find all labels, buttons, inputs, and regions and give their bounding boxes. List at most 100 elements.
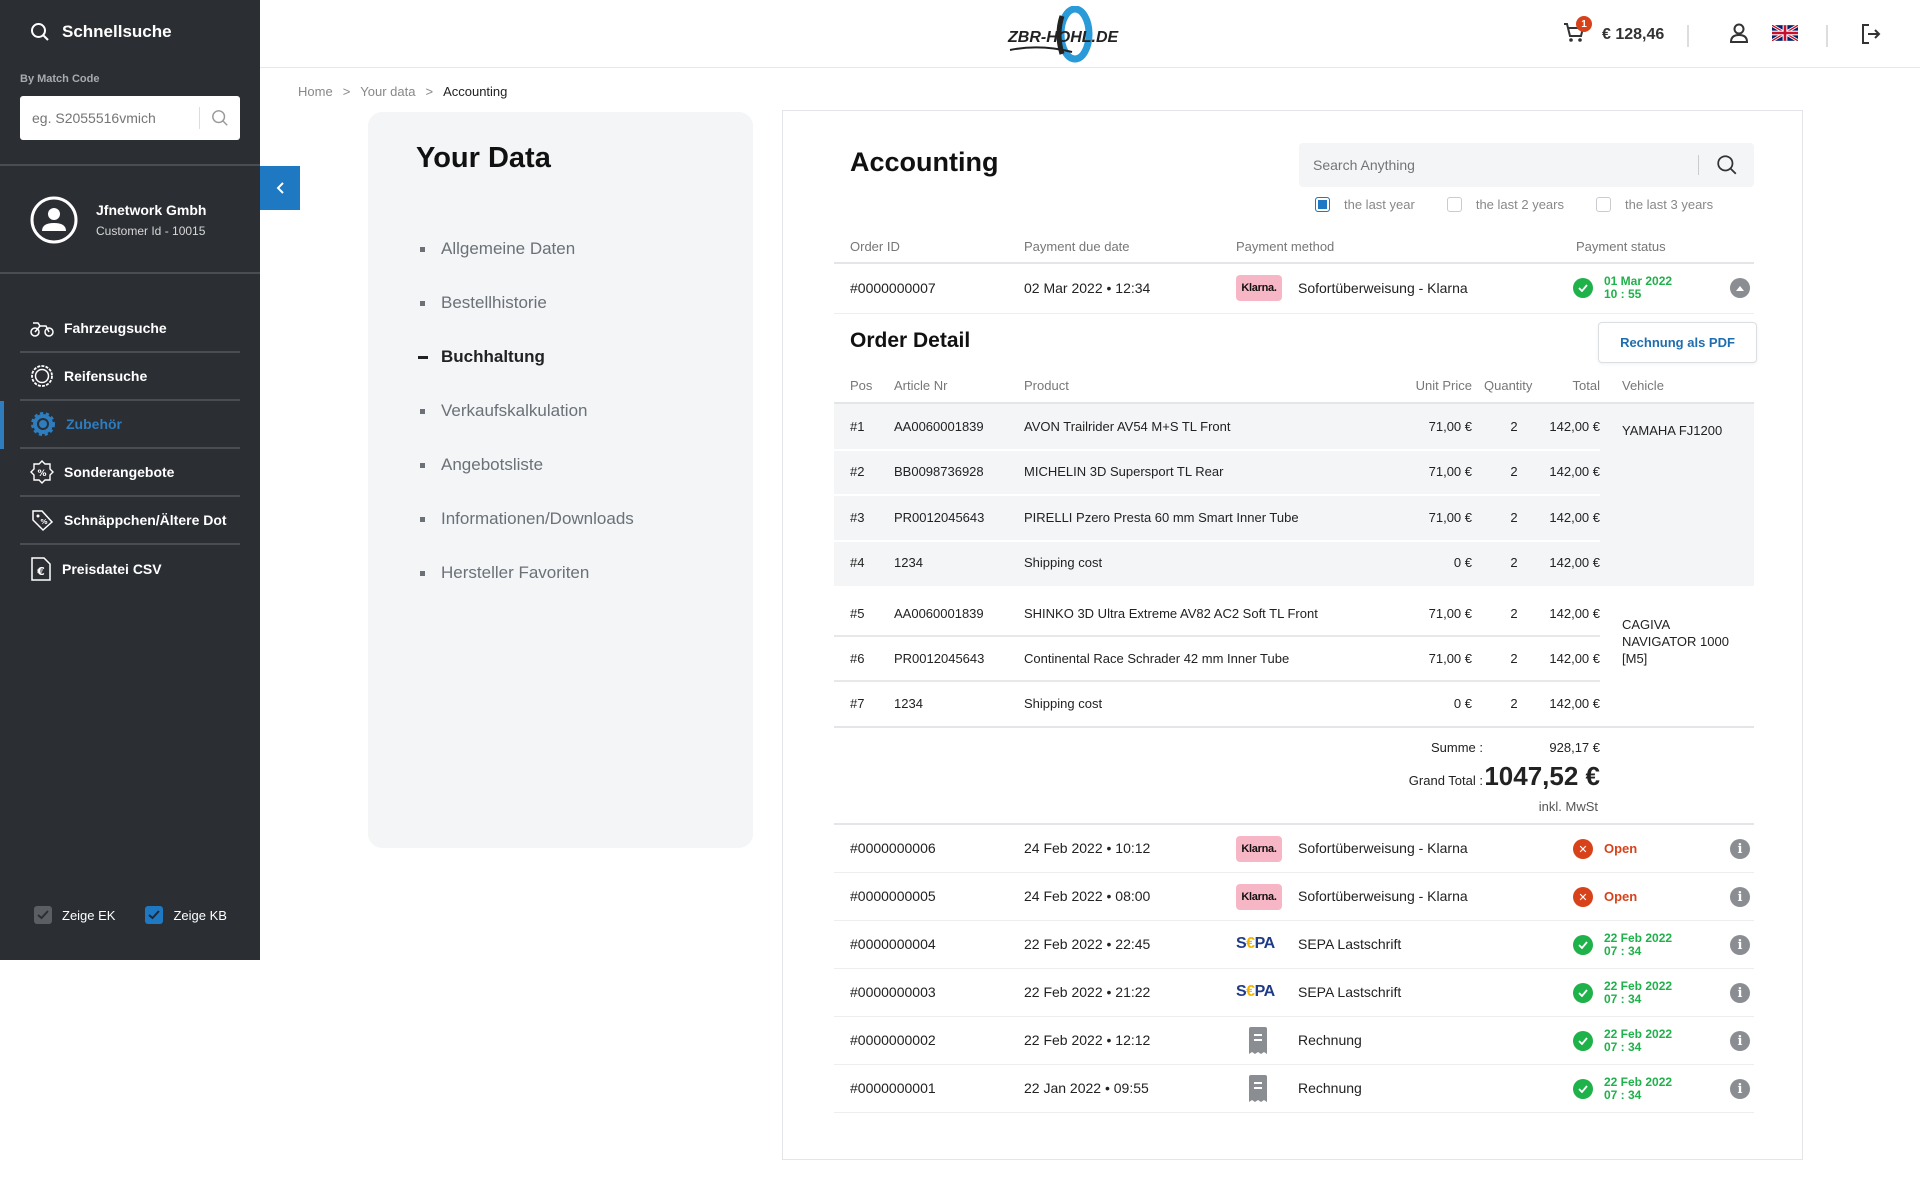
menu-item-allgemeine-daten[interactable]: Allgemeine Daten	[418, 222, 634, 276]
accounting-search-button[interactable]	[1699, 154, 1754, 176]
show-ek-checkbox[interactable]: Zeige EK	[34, 906, 115, 924]
sidebar-item-sonderangebote[interactable]: % Sonderangebote	[20, 449, 240, 497]
collapse-sidebar-button[interactable]	[260, 166, 300, 210]
sidebar-item-fahrzeugsuche[interactable]: Fahrzeugsuche	[20, 305, 240, 353]
sidebar-item-schnaeppchen[interactable]: % Schnäppchen/Ältere Dot	[20, 497, 240, 545]
filter-last-year[interactable]: the last year	[1315, 197, 1415, 212]
grand-total-value: 1047,52 €	[1484, 761, 1600, 791]
item-total: 142,00 €	[1549, 509, 1600, 525]
filter-last-2-years[interactable]: the last 2 years	[1446, 197, 1564, 212]
checkbox-box[interactable]	[1315, 197, 1330, 212]
menu-item-verkaufskalkulation[interactable]: Verkaufskalkulation	[418, 384, 634, 438]
order-row[interactable]: #0000000001 22 Jan 2022 • 09:55 Rechnung 22…	[783, 1065, 1802, 1113]
sidebar-nav: Fahrzeugsuche Reifensuche Zubehör % Sond…	[0, 305, 240, 593]
item-pos: #4	[850, 555, 865, 571]
accounting-search	[1299, 143, 1754, 187]
show-kb-checkbox[interactable]: Zeige KB	[145, 906, 227, 924]
order-due-date: 22 Jan 2022 • 09:55	[1024, 1080, 1149, 1096]
order-info-button[interactable]: i	[1730, 1031, 1750, 1051]
order-due-date: 24 Feb 2022 • 10:12	[1024, 840, 1151, 856]
order-row[interactable]: #0000000006 24 Feb 2022 • 10:12 Klarna. Sof…	[783, 825, 1802, 873]
customer-profile[interactable]: Jfnetwork Gmbh Customer Id - 10015	[30, 196, 206, 244]
sidebar-item-label: Sonderangebote	[64, 464, 175, 480]
order-info-button[interactable]: i	[1730, 887, 1750, 907]
logout-icon	[1862, 24, 1881, 44]
order-id[interactable]: #0000000004	[850, 936, 936, 952]
invoice-pdf-button[interactable]: Rechnung als PDF	[1598, 322, 1757, 363]
accounting-search-input[interactable]	[1299, 157, 1698, 173]
tire-icon	[31, 365, 53, 387]
accounting-panel: Accounting the last year the last 2 year…	[782, 110, 1803, 1160]
language-selector[interactable]	[1771, 23, 1799, 46]
menu-item-buchhaltung[interactable]: Buchhaltung	[418, 330, 634, 384]
order-info-button[interactable]: i	[1730, 935, 1750, 955]
order-info-button[interactable]: i	[1730, 839, 1750, 859]
order-id[interactable]: #0000000006	[850, 840, 936, 856]
logout-button[interactable]	[1860, 23, 1882, 50]
cart-amount: € 128,46	[1602, 25, 1665, 43]
order-id[interactable]: #0000000002	[850, 1032, 936, 1048]
order-id[interactable]: #0000000005	[850, 888, 936, 904]
checkbox-box[interactable]	[34, 906, 52, 924]
match-code-search-button[interactable]	[200, 109, 240, 127]
bullet	[420, 462, 425, 468]
sepa-logo: S€PA	[1236, 983, 1275, 1001]
show-ek-label: Zeige EK	[62, 907, 116, 923]
match-code-label: By Match Code	[20, 73, 100, 85]
order-id[interactable]: #0000000001	[850, 1080, 936, 1096]
item-pos: #3	[850, 509, 865, 525]
payment-method: SEPA Lastschrift	[1298, 984, 1402, 1000]
payment-method: SEPA Lastschrift	[1298, 936, 1402, 952]
order-row[interactable]: #0000000002 22 Feb 2022 • 12:12 Rechnung 22…	[783, 1017, 1802, 1065]
order-row[interactable]: #0000000003 22 Feb 2022 • 21:22 S€PA SEPA L…	[783, 969, 1802, 1017]
row-divider	[834, 313, 1754, 314]
quick-search-header[interactable]: Schnellsuche	[30, 22, 172, 42]
menu-item-angebotsliste[interactable]: Angebotsliste	[418, 438, 634, 492]
collapse-order-button[interactable]	[1730, 278, 1750, 298]
order-id[interactable]: #0000000007	[850, 280, 936, 296]
invoice-receipt-icon	[1249, 1075, 1267, 1102]
motorcycle-icon	[30, 322, 54, 337]
item-unit-price: 71,00 €	[1428, 605, 1472, 621]
checkbox-box[interactable]	[1595, 197, 1611, 212]
show-kb-label: Zeige KB	[173, 907, 227, 923]
item-article-nr: PR0012045643	[894, 650, 985, 666]
sidebar-item-zubehoer[interactable]: Zubehör	[0, 401, 240, 449]
filter-last-3-years[interactable]: the last 3 years	[1595, 197, 1713, 212]
payment-status-date: 22 Feb 2022 07 : 34	[1604, 1076, 1672, 1102]
breadcrumb-your-data[interactable]: Your data	[360, 84, 415, 99]
order-row[interactable]: #0000000005 24 Feb 2022 • 08:00 Klarna. Sof…	[783, 873, 1802, 921]
item-row: #1 AA0060001839 AVON Trailrider AV54 M+S T…	[834, 404, 1600, 450]
col-unit-price: Unit Price	[1415, 378, 1472, 393]
item-total: 142,00 €	[1549, 555, 1600, 571]
breadcrumb-separator: >	[425, 84, 434, 99]
order-row[interactable]: #0000000004 22 Feb 2022 • 22:45 S€PA SEPA L…	[783, 921, 1802, 969]
item-row: #7 1234 Shipping cost 0 €2 142,00 €	[834, 681, 1600, 726]
menu-item-hersteller-favoriten[interactable]: Hersteller Favoriten	[418, 546, 634, 600]
filter-label: the last 2 years	[1475, 197, 1564, 212]
checkbox-box[interactable]	[1446, 197, 1462, 212]
breadcrumb-home[interactable]: Home	[298, 84, 333, 99]
checkmark-icon	[148, 910, 161, 920]
sidebar-item-preisdatei[interactable]: € Preisdatei CSV	[20, 545, 240, 593]
sidebar-item-reifensuche[interactable]: Reifensuche	[20, 353, 240, 401]
item-product: Shipping cost	[1024, 695, 1103, 711]
sidebar-toggles: Zeige EK Zeige KB	[34, 906, 227, 924]
info-icon: i	[1737, 937, 1743, 953]
order-info-button[interactable]: i	[1730, 1079, 1750, 1099]
site-logo[interactable]: ZBR-HOHL.DE	[1000, 5, 1130, 64]
menu-item-bestellhistorie[interactable]: Bestellhistorie	[418, 276, 634, 330]
item-total: 142,00 €	[1549, 418, 1600, 434]
match-code-input[interactable]	[20, 96, 199, 140]
menu-item-informationen-downloads[interactable]: Informationen/Downloads	[418, 492, 634, 546]
checkbox-box[interactable]	[145, 906, 164, 924]
order-id[interactable]: #0000000003	[850, 984, 936, 1000]
order-info-button[interactable]: i	[1730, 983, 1750, 1003]
col-vehicle: Vehicle	[1622, 378, 1664, 393]
item-article-nr: AA0060001839	[894, 605, 984, 621]
cart-button[interactable]: 1 € 128,46	[1562, 16, 1665, 49]
payment-status-date: 22 Feb 2022 07 : 34	[1604, 932, 1672, 958]
payment-method: Sofortüberweisung - Klarna	[1298, 888, 1468, 904]
account-button[interactable]	[1728, 22, 1750, 49]
sepa-logo: S€PA	[1236, 935, 1275, 953]
